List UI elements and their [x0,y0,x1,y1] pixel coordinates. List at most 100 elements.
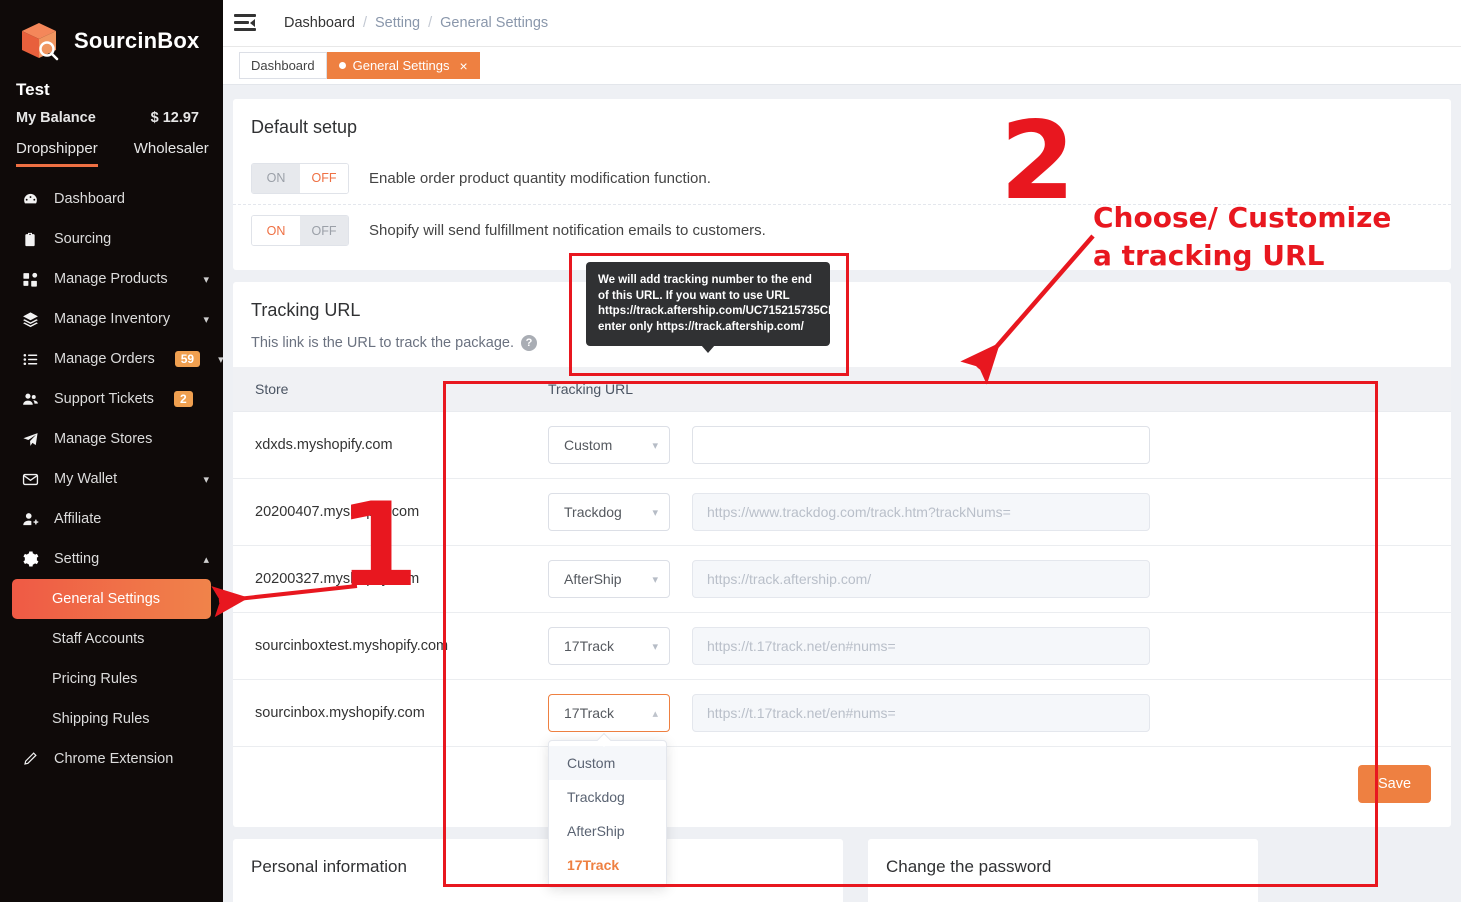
chevron-up-icon: ▴ [203,553,209,566]
role-wholesaler[interactable]: Wholesaler [134,140,209,167]
sidebar-item-staff-accounts[interactable]: Staff Accounts [0,619,223,659]
setup-row-text: Shopify will send fulfillment notificati… [369,222,766,239]
sidebar-item-sourcing[interactable]: Sourcing [0,219,223,259]
sidebar-subitem-label: Shipping Rules [52,711,150,727]
tab-label: General Settings [352,58,450,73]
user-plus-icon [20,509,40,529]
tracking-url-description-row: This link is the URL to track the packag… [233,335,1451,367]
tracking-url-card: Tracking URL This link is the URL to tra… [233,282,1451,888]
setup-row-text: Enable order product quantity modificati… [369,169,711,187]
tab-dashboard[interactable]: Dashboard [239,52,327,79]
sidebar-item-support-tickets[interactable]: Support Tickets 2 [0,379,223,419]
tab-general-settings[interactable]: General Settings × [326,52,480,79]
brand[interactable]: SourcinBox [0,0,223,70]
sidebar-item-general-settings[interactable]: General Settings [12,579,211,619]
provider-select-value: Trackdog [564,504,622,520]
sidebar-item-shipping-rules[interactable]: Shipping Rules [0,699,223,739]
sidebar-item-label: Manage Orders [54,351,155,367]
question-mark-icon[interactable]: ? [521,335,537,351]
list-icon [20,349,40,369]
breadcrumb-dashboard[interactable]: Dashboard [284,15,355,31]
tracking-url-description: This link is the URL to track the packag… [251,335,514,351]
sidebar-item-dashboard[interactable]: Dashboard [0,179,223,219]
sidebar-item-manage-products[interactable]: Manage Products ▾ [0,259,223,299]
clipboard-check-icon [20,229,40,249]
sidebar-item-label: Manage Inventory [54,311,171,327]
provider-select-value: 17Track [564,705,615,721]
sidebar-item-pricing-rules[interactable]: Pricing Rules [0,659,223,699]
toggle-on-option[interactable]: ON [252,163,300,193]
save-button[interactable]: Save [1358,765,1431,803]
provider-select[interactable]: 17Track ▾ [548,627,670,665]
tracking-url-input: https://www.trackdog.com/track.htm?track… [692,493,1150,531]
breadcrumb-setting[interactable]: Setting [375,15,420,31]
chevron-down-icon: ▾ [652,640,658,653]
breadcrumb-separator: / [428,15,433,31]
tab-active-dot-icon [338,62,346,69]
main-area: Dashboard / Setting / General Settings D… [223,0,1461,902]
tracking-url-input-placeholder: https://t.17track.net/en#nums= [707,705,896,721]
sidebar-item-manage-orders[interactable]: Manage Orders 59 ▾ [0,339,223,379]
account-name: Test [16,80,50,99]
table-row: sourcinboxtest.myshopify.com 17Track ▾ h… [233,612,1451,680]
paper-plane-icon [20,429,40,449]
tracking-url-input[interactable] [692,426,1150,464]
tracking-url-title: Tracking URL [251,300,361,320]
chevron-down-icon: ▾ [203,473,209,486]
setup-row-quantity-modification: ON OFF Enable order product quantity mod… [233,152,1451,204]
provider-select-value: Custom [564,437,613,453]
hamburger-collapse-icon[interactable] [234,14,256,32]
role-dropshipper[interactable]: Dropshipper [16,140,98,167]
cell-store: xdxds.myshopify.com [233,411,526,479]
dropdown-option-custom[interactable]: Custom [549,746,666,780]
sidebar-item-chrome-extension[interactable]: Chrome Extension [0,739,223,779]
provider-select-value: AfterShip [564,571,622,587]
cell-store: 20200327.myshopify.com [233,545,526,613]
sidebar-item-label: Setting [54,551,100,567]
balance-row: My Balance $ 12.97 [0,100,223,126]
cell-store: sourcinboxtest.myshopify.com [233,612,526,680]
toggle-off-option[interactable]: OFF [300,216,348,245]
chevron-down-icon: ▾ [652,506,658,519]
chevron-down-icon: ▾ [203,273,209,286]
provider-select-open[interactable]: 17Track ▴ Custom Trackdog AfterShip 17Tr… [548,694,670,888]
sidebar-item-setting[interactable]: Setting ▴ [0,539,223,579]
sidebar-item-my-wallet[interactable]: My Wallet ▾ [0,459,223,499]
change-password-card: Change the password [868,839,1258,902]
toggle-on-option[interactable]: ON [252,216,300,245]
topbar: Dashboard / Setting / General Settings [223,0,1461,47]
sidebar: SourcinBox Test My Balance $ 12.97 Drops… [0,0,223,902]
sidebar-item-label: Affiliate [54,511,102,527]
tab-bar: Dashboard General Settings × [223,47,1461,85]
sidebar-item-label: Chrome Extension [54,751,174,767]
change-password-title: Change the password [886,857,1052,876]
provider-select[interactable]: Trackdog ▾ [548,493,670,531]
sidebar-item-manage-inventory[interactable]: Manage Inventory ▾ [0,299,223,339]
toggle-off-option[interactable]: OFF [300,163,348,193]
balance-label: My Balance [16,110,96,126]
sidebar-subitem-label: Staff Accounts [52,631,145,647]
provider-dropdown-menu[interactable]: Custom Trackdog AfterShip 17Track [548,732,667,888]
box-search-icon [16,18,62,64]
bottom-cards: Personal information Change the password [233,839,1451,902]
sidebar-item-affiliate[interactable]: Affiliate [0,499,223,539]
provider-select[interactable]: Custom ▾ [548,426,670,464]
orders-count-badge: 59 [174,351,201,367]
dropdown-option-aftership[interactable]: AfterShip [549,814,666,848]
sidebar-item-label: Support Tickets [54,391,154,407]
dropdown-option-17track[interactable]: 17Track [549,848,666,882]
page-content: Default setup ON OFF Enable order produc… [223,85,1461,902]
sidebar-item-label: Dashboard [54,191,125,207]
toggle-fulfillment-emails[interactable]: ON OFF [251,215,349,246]
dropdown-option-trackdog[interactable]: Trackdog [549,780,666,814]
sidebar-item-manage-stores[interactable]: Manage Stores [0,419,223,459]
chevron-up-icon: ▴ [652,707,658,720]
provider-select[interactable]: AfterShip ▾ [548,560,670,598]
sidebar-item-label: My Wallet [54,471,118,487]
toggle-quantity-modification[interactable]: ON OFF [251,162,349,194]
breadcrumb: Dashboard / Setting / General Settings [284,15,548,31]
users-icon [20,389,40,409]
close-icon[interactable]: × [459,58,467,74]
breadcrumb-general-settings[interactable]: General Settings [440,15,548,31]
grid-icon [20,269,40,289]
